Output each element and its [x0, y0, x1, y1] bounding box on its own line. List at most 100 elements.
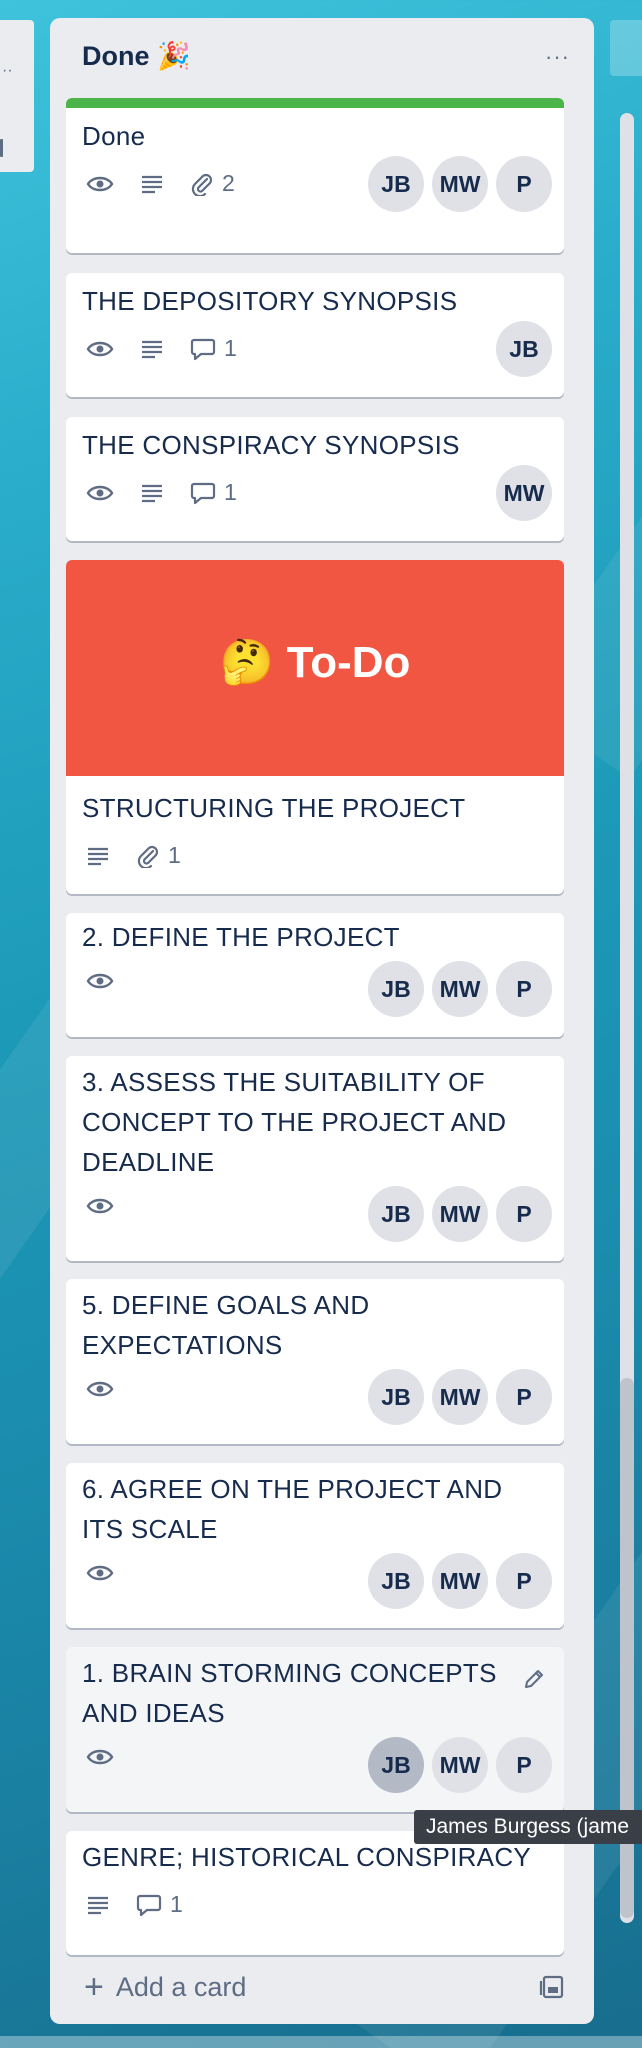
card-agree-on-project[interactable]: 6. AGREE ON THE PROJECT AND ITS SCALE JB… — [66, 1463, 564, 1628]
card-title: THE CONSPIRACY SYNOPSIS — [82, 430, 460, 460]
card-title-line: CONCEPT TO THE PROJECT AND — [82, 1107, 507, 1137]
card-title-line: 1. BRAIN STORMING CONCEPTS — [82, 1658, 497, 1688]
description-icon — [140, 483, 164, 503]
comment-badge: 1 — [136, 1891, 183, 1918]
watch-icon — [86, 971, 114, 991]
list-header: Done 🎉 ··· — [50, 18, 594, 94]
card-title-line: AND IDEAS — [82, 1698, 225, 1728]
watch-icon — [86, 1379, 114, 1399]
list-edge-mark — [0, 139, 3, 157]
watch-icon — [86, 339, 114, 359]
avatar[interactable]: MW — [432, 1553, 488, 1609]
pencil-icon[interactable] — [522, 1667, 546, 1696]
card-title-line: DEADLINE — [82, 1147, 215, 1177]
avatar[interactable]: JB — [496, 321, 552, 377]
card-title: 3. ASSESS THE SUITABILITY OF CONCEPT TO … — [82, 1062, 506, 1182]
card-title: 5. DEFINE GOALS AND EXPECTATIONS — [82, 1285, 369, 1365]
horizontal-scrollbar[interactable] — [0, 2036, 642, 2048]
watch-icon — [86, 174, 114, 194]
comment-count: 1 — [224, 335, 237, 361]
card-title: 6. AGREE ON THE PROJECT AND ITS SCALE — [82, 1469, 502, 1549]
description-icon — [140, 174, 164, 194]
avatar[interactable]: MW — [496, 465, 552, 521]
card-members: JB MW P — [368, 1186, 552, 1242]
card-genre-historical-conspiracy[interactable]: GENRE; HISTORICAL CONSPIRACY 1 — [66, 1831, 564, 1955]
attachment-badge: 1 — [136, 842, 181, 869]
card-depository-synopsis[interactable]: THE DEPOSITORY SYNOPSIS 1 JB — [66, 273, 564, 397]
avatar[interactable]: P — [496, 1553, 552, 1609]
card-badges — [86, 971, 140, 991]
attachment-count: 2 — [222, 170, 235, 196]
avatar[interactable]: JB — [368, 1369, 424, 1425]
avatar[interactable]: P — [496, 1737, 552, 1793]
avatar[interactable]: P — [496, 1369, 552, 1425]
comment-badge: 1 — [190, 479, 237, 506]
card-title-line: EXPECTATIONS — [82, 1330, 283, 1360]
card-badges: 1 — [86, 335, 263, 362]
avatar[interactable]: JB — [368, 1737, 424, 1793]
card-label-green[interactable] — [66, 98, 564, 108]
avatar[interactable]: JB — [368, 1553, 424, 1609]
card-badges: 2 — [86, 170, 261, 197]
avatar[interactable]: JB — [368, 961, 424, 1017]
cards-area: Done 2 JB MW P THE DEPOSITORY SYNOPSIS 1… — [66, 98, 564, 1958]
watch-icon — [86, 483, 114, 503]
card-assess-suitability[interactable]: 3. ASSESS THE SUITABILITY OF CONCEPT TO … — [66, 1056, 564, 1261]
adjacent-list-right — [610, 20, 642, 76]
card-brain-storming[interactable]: 1. BRAIN STORMING CONCEPTS AND IDEAS JB … — [66, 1647, 564, 1812]
comment-count: 1 — [224, 479, 237, 505]
avatar[interactable]: MW — [432, 961, 488, 1017]
watch-icon — [86, 1196, 114, 1216]
card-define-goals[interactable]: 5. DEFINE GOALS AND EXPECTATIONS JB MW P — [66, 1279, 564, 1444]
avatar[interactable]: P — [496, 1186, 552, 1242]
avatar[interactable]: JB — [368, 1186, 424, 1242]
card-title: 2. DEFINE THE PROJECT — [82, 922, 400, 952]
watch-icon — [86, 1747, 114, 1767]
avatar[interactable]: MW — [432, 1369, 488, 1425]
cover-text: 🤔 To-Do — [219, 638, 411, 687]
add-card-button[interactable]: + Add a card — [66, 1964, 506, 2010]
description-icon — [86, 846, 110, 866]
avatar[interactable]: P — [496, 156, 552, 212]
avatar[interactable]: MW — [432, 1737, 488, 1793]
add-card-label: Add a card — [115, 1971, 247, 2002]
card-members: JB MW P — [368, 1737, 552, 1793]
card-define-the-project[interactable]: 2. DEFINE THE PROJECT JB MW P — [66, 913, 564, 1037]
plus-icon: + — [84, 1968, 104, 2006]
comment-count: 1 — [170, 1891, 183, 1917]
card-conspiracy-synopsis[interactable]: THE CONSPIRACY SYNOPSIS 1 MW — [66, 417, 564, 541]
attachment-count: 1 — [168, 842, 181, 868]
avatar[interactable]: MW — [432, 1186, 488, 1242]
adjacent-list-left: ·· — [0, 20, 34, 172]
comment-icon — [136, 1894, 162, 1916]
paperclip-icon — [137, 845, 159, 868]
card-title-line: 5. DEFINE GOALS AND — [82, 1290, 370, 1320]
paperclip-icon — [191, 173, 213, 196]
attachment-badge: 2 — [190, 170, 235, 197]
card-members: JB MW P — [368, 1369, 552, 1425]
card-badges: 1 — [86, 842, 207, 869]
card-members: JB MW P — [368, 961, 552, 1017]
comment-icon — [190, 482, 216, 504]
comment-icon — [190, 338, 216, 360]
list-menu-button[interactable]: ··· — [545, 44, 570, 70]
card-done[interactable]: Done 2 JB MW P — [66, 98, 564, 253]
card-structuring-the-project[interactable]: 🤔 To-Do STRUCTURING THE PROJECT 1 — [66, 560, 564, 894]
list-title[interactable]: Done 🎉 — [82, 40, 191, 72]
avatar[interactable]: MW — [432, 156, 488, 212]
card-cover: 🤔 To-Do — [66, 560, 564, 776]
description-icon — [86, 1895, 110, 1915]
card-members: JB — [496, 321, 552, 377]
card-members: MW — [496, 465, 552, 521]
watch-icon — [86, 1563, 114, 1583]
card-title: THE DEPOSITORY SYNOPSIS — [82, 286, 458, 316]
card-badges — [86, 1747, 140, 1767]
card-badges — [86, 1379, 140, 1399]
card-badges: 1 — [86, 1891, 209, 1918]
avatar[interactable]: P — [496, 961, 552, 1017]
list-done: Done 🎉 ··· Done 2 JB MW P THE DEPOSITORY… — [50, 18, 634, 2024]
card-template-icon[interactable] — [538, 1973, 566, 2006]
card-title-line: 6. AGREE ON THE PROJECT AND — [82, 1474, 503, 1504]
avatar[interactable]: JB — [368, 156, 424, 212]
card-badges — [86, 1196, 140, 1216]
